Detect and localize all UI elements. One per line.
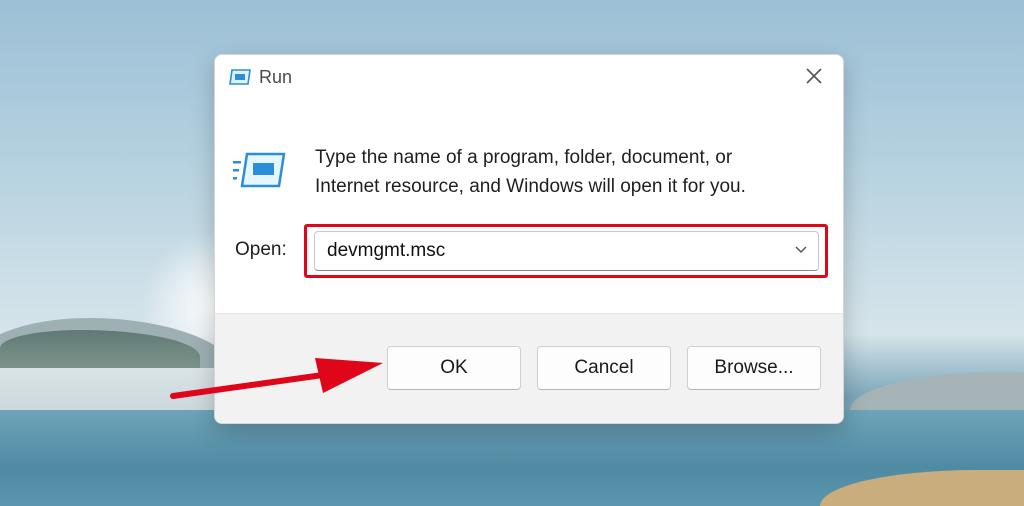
- title-bar[interactable]: Run: [215, 55, 843, 101]
- dropdown-button[interactable]: [790, 240, 812, 262]
- description-line-2: Internet resource, and Windows will open…: [315, 176, 746, 197]
- close-icon: [805, 67, 823, 90]
- chevron-down-icon: [794, 242, 808, 260]
- run-icon: [229, 69, 251, 85]
- run-description: Type the name of a program, folder, docu…: [315, 143, 815, 201]
- dialog-title: Run: [259, 67, 293, 87]
- open-combobox[interactable]: [314, 231, 819, 271]
- description-line-1: Type the name of a program, folder, docu…: [315, 147, 733, 168]
- open-input[interactable]: [315, 232, 775, 270]
- close-button[interactable]: [797, 63, 831, 93]
- browse-button[interactable]: Browse...: [687, 346, 821, 390]
- cancel-button[interactable]: Cancel: [537, 346, 671, 390]
- run-program-icon: [233, 151, 287, 189]
- open-label: Open:: [235, 239, 287, 260]
- annotation-arrow: [170, 358, 383, 399]
- ok-button[interactable]: OK: [387, 346, 521, 390]
